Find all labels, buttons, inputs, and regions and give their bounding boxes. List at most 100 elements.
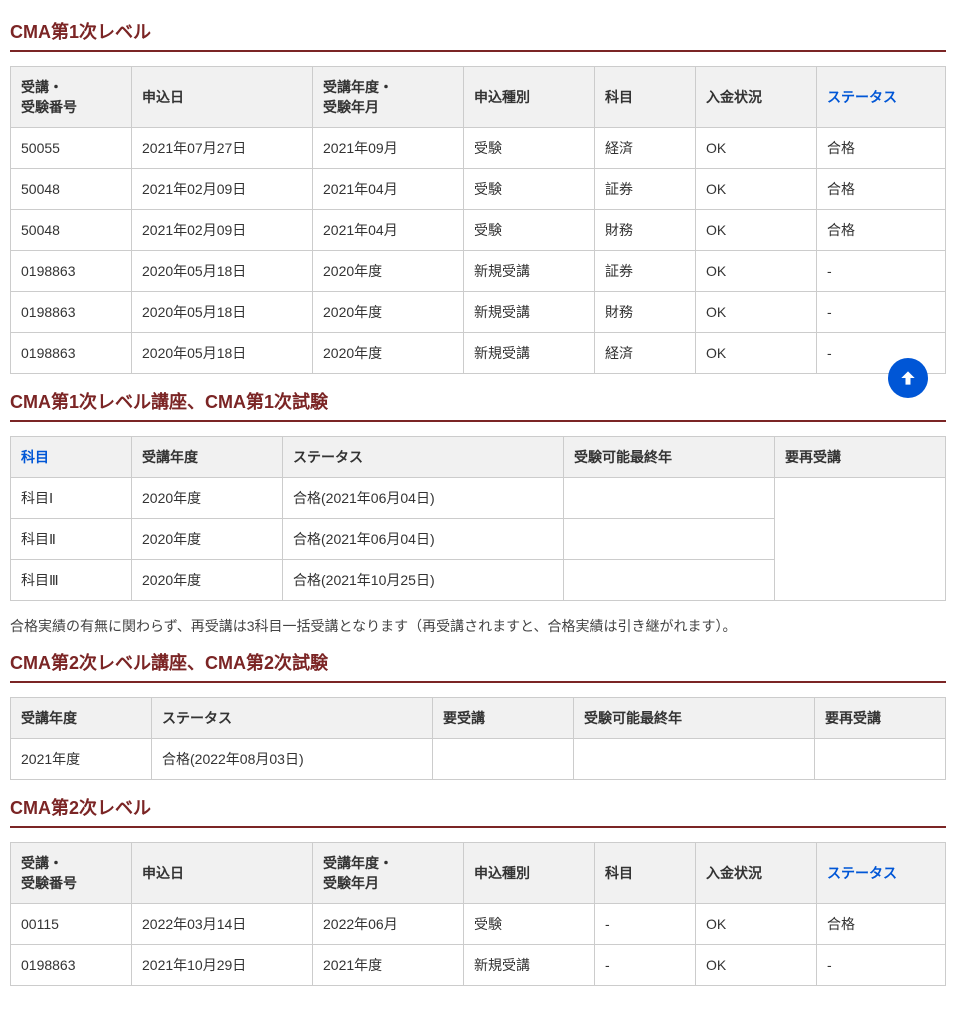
col-subj: 科目 — [595, 843, 696, 904]
cell-subj: - — [595, 945, 696, 986]
cell-pay: OK — [696, 210, 817, 251]
col-status[interactable]: ステータス — [817, 843, 946, 904]
cell-subj: 財務 — [595, 292, 696, 333]
cell-status: - — [817, 945, 946, 986]
col-year: 受講年度 — [11, 698, 152, 739]
col-term: 受講年度・受験年月 — [313, 843, 464, 904]
cell-status: 合格 — [817, 128, 946, 169]
section4-title: CMA第2次レベル — [10, 794, 946, 828]
cell-kind: 新規受講 — [464, 333, 595, 374]
col-need: 要受講 — [433, 698, 574, 739]
cell-re — [815, 739, 946, 780]
col-date: 申込日 — [132, 843, 313, 904]
section1-title: CMA第1次レベル — [10, 18, 946, 52]
cell-last — [564, 560, 775, 601]
cell-term: 2021年04月 — [313, 169, 464, 210]
cell-date: 2021年02月09日 — [132, 169, 313, 210]
cell-term: 2021年度 — [313, 945, 464, 986]
col-status[interactable]: ステータス — [817, 67, 946, 128]
table-row: 01988632020年05月18日2020年度新規受講経済OK- — [11, 333, 946, 374]
col-subj[interactable]: 科目 — [11, 437, 132, 478]
cell-subj: 証券 — [595, 251, 696, 292]
cell-status: - — [817, 251, 946, 292]
table-header-row: 受講・受験番号 申込日 受講年度・受験年月 申込種別 科目 入金状況 ステータス — [11, 67, 946, 128]
cell-subj: 経済 — [595, 128, 696, 169]
cell-num: 00115 — [11, 904, 132, 945]
cell-status: 合格 — [817, 210, 946, 251]
col-status: ステータス — [283, 437, 564, 478]
cell-status: - — [817, 292, 946, 333]
col-num: 受講・受験番号 — [11, 67, 132, 128]
section2-body: 科目Ⅰ2020年度合格(2021年06月04日)科目Ⅱ2020年度合格(2021… — [11, 478, 946, 601]
section3-table: 受講年度 ステータス 要受講 受験可能最終年 要再受講 2021年度合格(202… — [10, 697, 946, 780]
cell-num: 0198863 — [11, 292, 132, 333]
table-row: 01988632020年05月18日2020年度新規受講証券OK- — [11, 251, 946, 292]
cell-date: 2022年03月14日 — [132, 904, 313, 945]
table-row: 001152022年03月14日2022年06月受験-OK合格 — [11, 904, 946, 945]
cell-subj: 科目Ⅲ — [11, 560, 132, 601]
col-kind: 申込種別 — [464, 843, 595, 904]
cell-pay: OK — [696, 169, 817, 210]
col-subj: 科目 — [595, 67, 696, 128]
col-year: 受講年度 — [132, 437, 283, 478]
cell-status: 合格(2021年06月04日) — [283, 519, 564, 560]
table-header-row: 受講・受験番号 申込日 受講年度・受験年月 申込種別 科目 入金状況 ステータス — [11, 843, 946, 904]
cell-last — [564, 478, 775, 519]
cell-pay: OK — [696, 128, 817, 169]
cell-year: 2021年度 — [11, 739, 152, 780]
cell-term: 2020年度 — [313, 251, 464, 292]
col-re: 要再受講 — [775, 437, 946, 478]
cell-subj: 経済 — [595, 333, 696, 374]
col-re: 要再受講 — [815, 698, 946, 739]
section4-table: 受講・受験番号 申込日 受講年度・受験年月 申込種別 科目 入金状況 ステータス… — [10, 842, 946, 986]
cell-status: 合格(2021年10月25日) — [283, 560, 564, 601]
cell-year: 2020年度 — [132, 519, 283, 560]
cell-date: 2020年05月18日 — [132, 251, 313, 292]
cell-kind: 受験 — [464, 169, 595, 210]
subject-link[interactable]: 科目 — [21, 449, 49, 465]
cell-subj: 証券 — [595, 169, 696, 210]
col-date: 申込日 — [132, 67, 313, 128]
cell-subj: 科目Ⅱ — [11, 519, 132, 560]
section1-table: 受講・受験番号 申込日 受講年度・受験年月 申込種別 科目 入金状況 ステータス… — [10, 66, 946, 374]
col-last: 受験可能最終年 — [574, 698, 815, 739]
status-link[interactable]: ステータス — [827, 89, 897, 105]
cell-date: 2021年02月09日 — [132, 210, 313, 251]
cell-status: 合格(2022年08月03日) — [152, 739, 433, 780]
section3-title: CMA第2次レベル講座、CMA第2次試験 — [10, 649, 946, 683]
cell-re — [775, 478, 946, 601]
cell-year: 2020年度 — [132, 478, 283, 519]
cell-num: 50055 — [11, 128, 132, 169]
cell-term: 2020年度 — [313, 292, 464, 333]
cell-status: - — [817, 333, 946, 374]
col-pay: 入金状況 — [696, 843, 817, 904]
cell-kind: 新規受講 — [464, 292, 595, 333]
cell-num: 0198863 — [11, 945, 132, 986]
section4-body: 001152022年03月14日2022年06月受験-OK合格019886320… — [11, 904, 946, 986]
table-header-row: 科目 受講年度 ステータス 受験可能最終年 要再受講 — [11, 437, 946, 478]
table-row: 500552021年07月27日2021年09月受験経済OK合格 — [11, 128, 946, 169]
cell-kind: 新規受講 — [464, 251, 595, 292]
table-row: 01988632020年05月18日2020年度新規受講財務OK- — [11, 292, 946, 333]
table-row: 500482021年02月09日2021年04月受験証券OK合格 — [11, 169, 946, 210]
scroll-top-button[interactable] — [888, 358, 928, 398]
col-num: 受講・受験番号 — [11, 843, 132, 904]
table-row: 01988632021年10月29日2021年度新規受講-OK- — [11, 945, 946, 986]
cell-subj: - — [595, 904, 696, 945]
cell-date: 2020年05月18日 — [132, 333, 313, 374]
status-link[interactable]: ステータス — [827, 865, 897, 881]
cell-last — [574, 739, 815, 780]
section1-body: 500552021年07月27日2021年09月受験経済OK合格50048202… — [11, 128, 946, 374]
cell-kind: 受験 — [464, 210, 595, 251]
section2-title: CMA第1次レベル講座、CMA第1次試験 — [10, 388, 946, 422]
cell-num: 50048 — [11, 210, 132, 251]
cell-pay: OK — [696, 945, 817, 986]
cell-status: 合格 — [817, 904, 946, 945]
section2-note: 合格実績の有無に関わらず、再受講は3科目一括受講となります（再受講されますと、合… — [10, 615, 946, 637]
cell-date: 2021年10月29日 — [132, 945, 313, 986]
table-row: 2021年度合格(2022年08月03日) — [11, 739, 946, 780]
section3-body: 2021年度合格(2022年08月03日) — [11, 739, 946, 780]
cell-need — [433, 739, 574, 780]
cell-pay: OK — [696, 292, 817, 333]
cell-status: 合格 — [817, 169, 946, 210]
